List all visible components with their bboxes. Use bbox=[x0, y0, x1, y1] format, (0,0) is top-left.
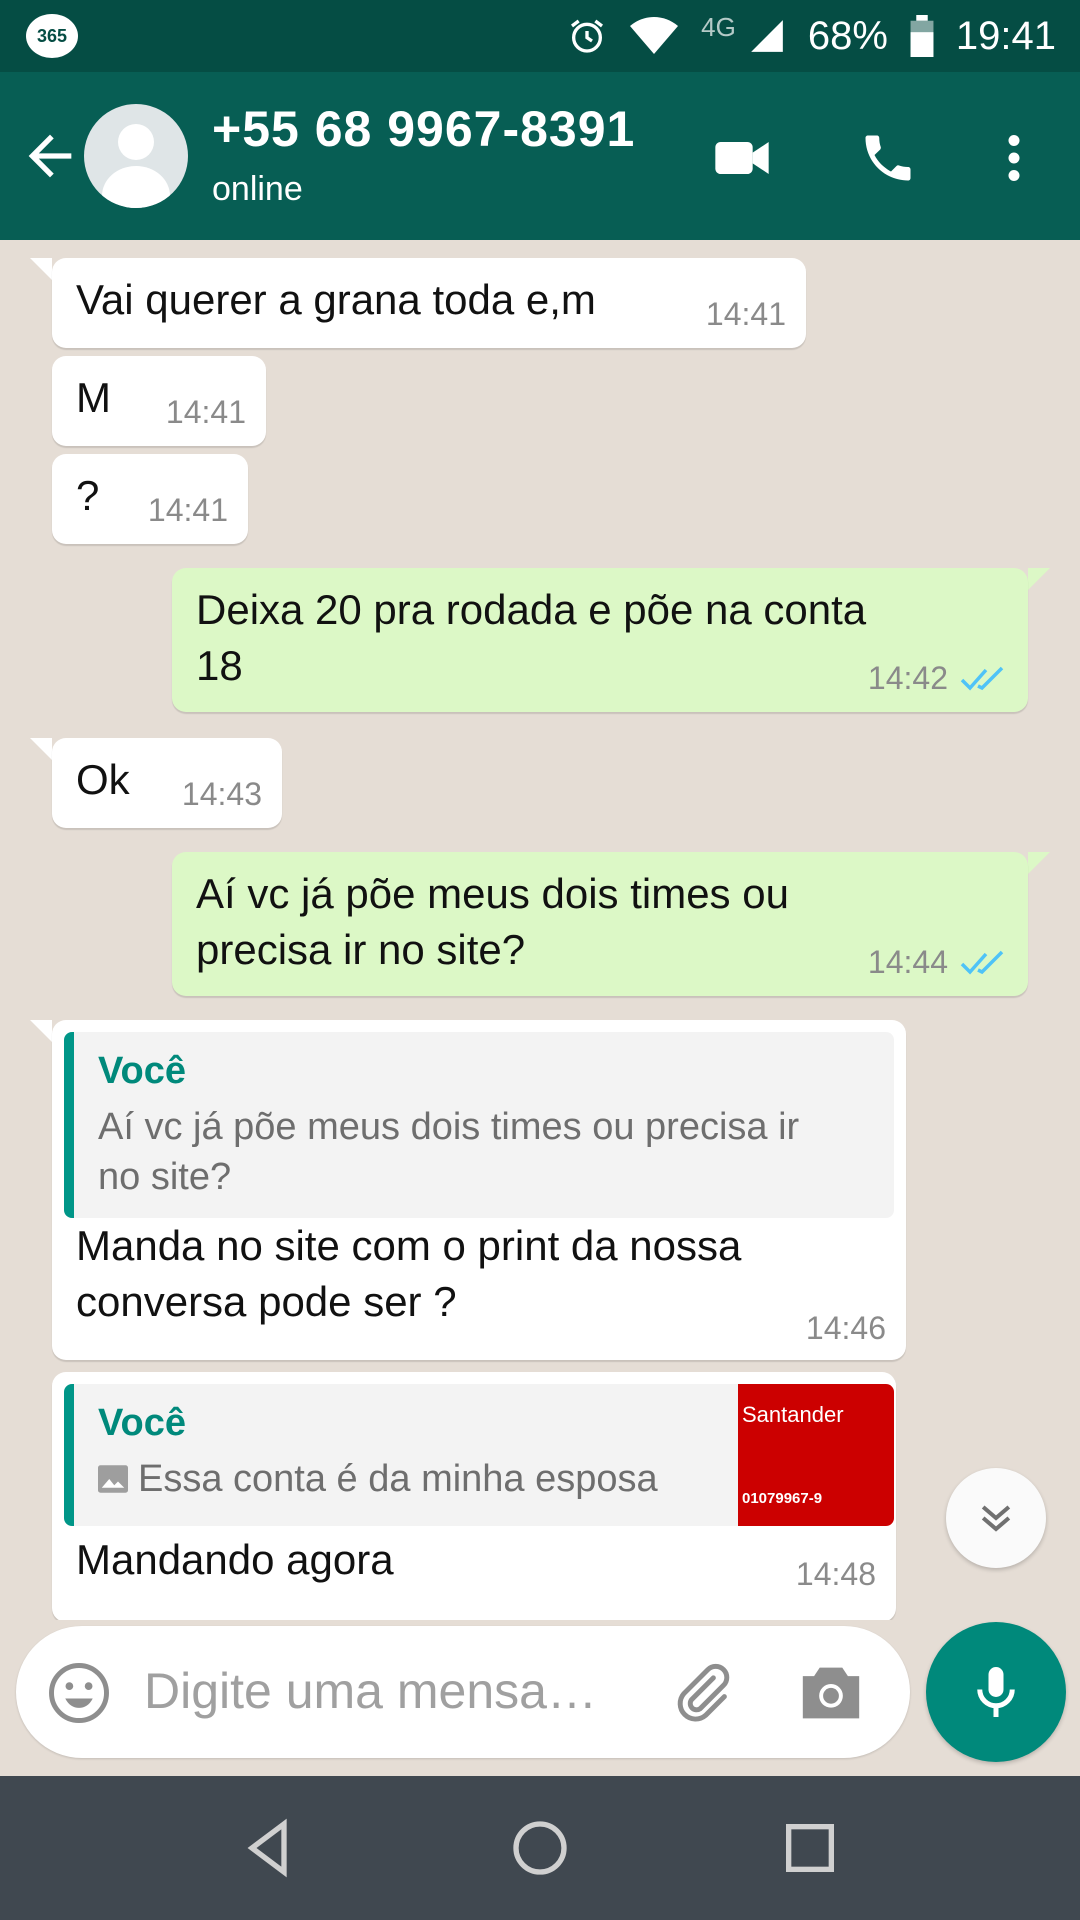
message-time: 14:41 bbox=[165, 394, 246, 430]
message-time: 14:46 bbox=[805, 1310, 886, 1346]
chat-area[interactable]: Vai querer a grana toda e,m 14:41 M 14:4… bbox=[0, 240, 1080, 1620]
message-input[interactable]: Digite uma mensa… bbox=[144, 1662, 597, 1720]
quoted-message[interactable]: Você Aí vc já põe meus dois times ou pre… bbox=[64, 1032, 894, 1218]
back-triangle-icon[interactable] bbox=[236, 1816, 300, 1880]
message-time: 14:41 bbox=[147, 492, 228, 528]
attach-icon[interactable] bbox=[666, 1660, 736, 1726]
message-text-line: conversa pode ser ? bbox=[76, 1278, 457, 1325]
message-text-line: Aí vc já põe meus dois times ou bbox=[196, 870, 789, 917]
video-call-icon[interactable] bbox=[706, 122, 778, 194]
message-incoming[interactable]: M 14:41 bbox=[52, 356, 266, 446]
message-incoming[interactable]: ? 14:41 bbox=[52, 454, 248, 544]
mic-icon bbox=[977, 1667, 1015, 1717]
thumbnail-brand: Santander bbox=[742, 1402, 844, 1427]
bubble-tail bbox=[30, 258, 52, 280]
battery-icon bbox=[910, 15, 934, 57]
contact-name[interactable]: +55 68 9967-8391 bbox=[212, 100, 635, 158]
message-outgoing[interactable]: Deixa 20 pra rodada e põe na conta 18 14… bbox=[172, 568, 1028, 712]
status-bar: 365 4G 68% 19:41 bbox=[0, 0, 1080, 72]
message-composer[interactable]: Digite uma mensa… bbox=[16, 1626, 910, 1758]
alarm-icon bbox=[571, 19, 604, 53]
message-incoming-reply[interactable]: Você Aí vc já põe meus dois times ou pre… bbox=[52, 1020, 906, 1360]
message-text-line: Deixa 20 pra rodada e põe na conta bbox=[196, 586, 867, 633]
thumbnail-account: 01079967-9 bbox=[742, 1490, 823, 1507]
home-circle-icon[interactable] bbox=[508, 1816, 572, 1880]
quote-text: Essa conta é da minha esposa bbox=[138, 1458, 658, 1500]
message-text-line: precisa ir no site? bbox=[196, 926, 526, 973]
battery-percent: 68% bbox=[807, 13, 888, 58]
message-incoming-reply[interactable]: Você Essa conta é da minha esposa Santan… bbox=[52, 1372, 896, 1620]
message-text: Ok bbox=[76, 756, 130, 803]
chat-header: +55 68 9967-8391 online bbox=[0, 72, 1080, 240]
quote-thumbnail: Santander 01079967-9 bbox=[738, 1384, 894, 1526]
message-time: 14:42 bbox=[867, 660, 948, 696]
camera-icon[interactable] bbox=[796, 1662, 866, 1724]
read-ticks-icon bbox=[960, 950, 1004, 975]
bubble-tail bbox=[30, 1020, 52, 1042]
quote-text-line: no site? bbox=[98, 1156, 232, 1198]
image-icon bbox=[98, 1465, 128, 1493]
bubble-tail bbox=[1028, 852, 1050, 874]
clock: 19:41 bbox=[955, 13, 1056, 58]
recents-square-icon[interactable] bbox=[778, 1816, 842, 1880]
double-chevron-down-icon bbox=[981, 1505, 1011, 1532]
contact-status: online bbox=[212, 170, 303, 208]
network-type: 4G bbox=[701, 11, 736, 42]
bubble-tail bbox=[1028, 568, 1050, 590]
quoted-message[interactable]: Você Essa conta é da minha esposa Santan… bbox=[64, 1384, 894, 1526]
message-text-line: Manda no site com o print da nossa bbox=[76, 1222, 742, 1269]
message-time: 14:43 bbox=[181, 776, 262, 812]
scroll-to-bottom-button[interactable] bbox=[946, 1468, 1046, 1568]
app-badge-icon: 365 bbox=[26, 14, 78, 58]
emoji-icon[interactable] bbox=[46, 1660, 112, 1726]
message-incoming[interactable]: Ok 14:43 bbox=[52, 738, 282, 828]
back-arrow-icon[interactable] bbox=[18, 124, 82, 188]
avatar[interactable] bbox=[84, 104, 188, 208]
message-text: Vai querer a grana toda e,m bbox=[76, 276, 596, 323]
wifi-icon bbox=[630, 17, 679, 54]
bubble-tail bbox=[30, 738, 52, 760]
message-text: ? bbox=[76, 472, 100, 519]
message-text: M bbox=[76, 374, 111, 421]
quote-author: Você bbox=[98, 1050, 187, 1092]
message-outgoing[interactable]: Aí vc já põe meus dois times ou precisa … bbox=[172, 852, 1028, 996]
message-time: 14:48 bbox=[795, 1556, 876, 1592]
message-time: 14:44 bbox=[867, 944, 948, 980]
message-time: 14:41 bbox=[705, 296, 786, 332]
signal-icon bbox=[750, 20, 783, 52]
quote-author: Você bbox=[98, 1402, 187, 1444]
phone-icon[interactable] bbox=[852, 122, 924, 194]
read-ticks-icon bbox=[960, 666, 1004, 691]
voice-record-button[interactable] bbox=[926, 1622, 1066, 1762]
status-indicators: 4G 68% 19:41 bbox=[567, 0, 1056, 72]
more-vert-icon[interactable] bbox=[978, 122, 1050, 194]
message-incoming[interactable]: Vai querer a grana toda e,m 14:41 bbox=[52, 258, 806, 348]
message-text: Mandando agora bbox=[76, 1536, 394, 1583]
message-text-line: 18 bbox=[196, 642, 243, 689]
system-nav-bar bbox=[0, 1776, 1080, 1920]
quote-text-line: Aí vc já põe meus dois times ou precisa … bbox=[98, 1106, 800, 1148]
